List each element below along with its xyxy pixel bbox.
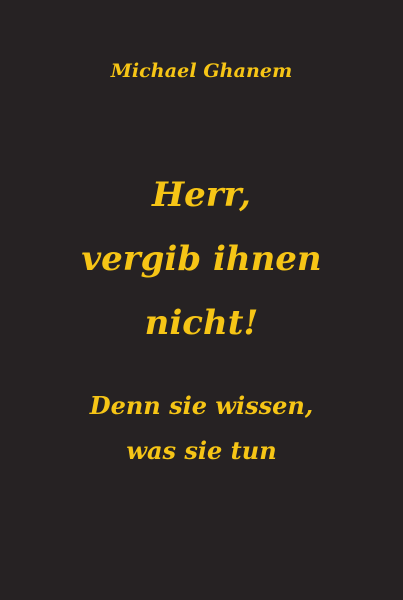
book-cover: Michael Ghanem Herr, vergib ihnen nicht!… — [0, 0, 403, 600]
title-line: vergib ihnen — [81, 239, 322, 279]
subtitle-line: was sie tun — [126, 436, 277, 465]
book-subtitle: Denn sie wissen, was sie tun — [0, 383, 403, 473]
title-line: nicht! — [144, 303, 259, 343]
author-name: Michael Ghanem — [110, 60, 293, 82]
book-title: Herr, vergib ihnen nicht! — [0, 163, 403, 355]
subtitle-line: Denn sie wissen, — [89, 391, 314, 420]
title-line: Herr, — [152, 175, 251, 215]
